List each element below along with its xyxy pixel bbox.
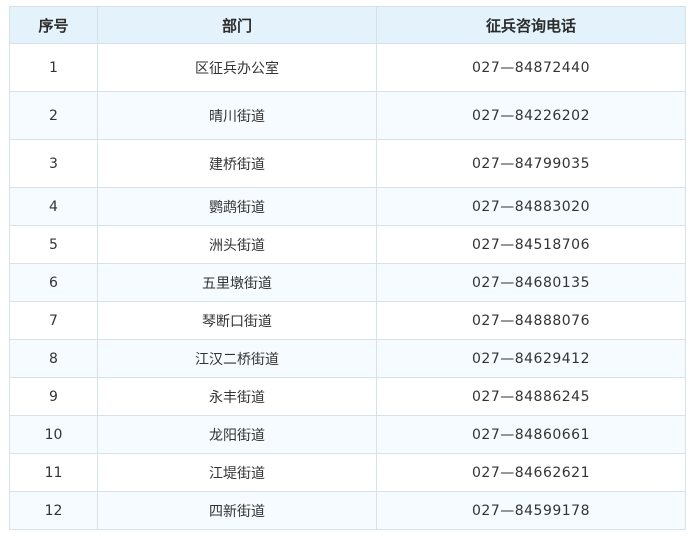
- cell-department: 晴川街道: [97, 91, 377, 140]
- cell-index: 8: [9, 339, 98, 378]
- table-row: 3 建桥街道 027—84799035: [9, 139, 686, 188]
- cell-department: 江堤街道: [97, 453, 377, 492]
- header-department: 部门: [97, 6, 377, 44]
- cell-phone: 027—84883020: [376, 187, 686, 226]
- cell-department: 龙阳街道: [97, 415, 377, 454]
- table-row: 7 琴断口街道 027—84888076: [9, 301, 686, 340]
- table-row: 11 江堤街道 027—84662621: [9, 453, 686, 492]
- cell-phone: 027—84888076: [376, 301, 686, 340]
- cell-phone: 027—84599178: [376, 491, 686, 530]
- recruitment-contact-table: 序号 部门 征兵咨询电话 1 区征兵办公室 027—84872440 2 晴川街…: [9, 6, 686, 530]
- cell-index: 5: [9, 225, 98, 264]
- table-row: 1 区征兵办公室 027—84872440: [9, 43, 686, 92]
- header-index: 序号: [9, 6, 98, 44]
- cell-index: 11: [9, 453, 98, 492]
- cell-phone: 027—84518706: [376, 225, 686, 264]
- table-row: 9 永丰街道 027—84886245: [9, 377, 686, 416]
- cell-phone: 027—84662621: [376, 453, 686, 492]
- cell-department: 永丰街道: [97, 377, 377, 416]
- table-row: 4 鹦鹉街道 027—84883020: [9, 187, 686, 226]
- cell-phone: 027—84886245: [376, 377, 686, 416]
- cell-department: 琴断口街道: [97, 301, 377, 340]
- cell-department: 洲头街道: [97, 225, 377, 264]
- cell-department: 建桥街道: [97, 139, 377, 188]
- table-row: 5 洲头街道 027—84518706: [9, 225, 686, 264]
- cell-phone: 027—84872440: [376, 43, 686, 92]
- table-header-row: 序号 部门 征兵咨询电话: [9, 6, 686, 44]
- table-row: 6 五里墩街道 027—84680135: [9, 263, 686, 302]
- cell-phone: 027—84226202: [376, 91, 686, 140]
- cell-phone: 027—84860661: [376, 415, 686, 454]
- cell-index: 9: [9, 377, 98, 416]
- cell-department: 鹦鹉街道: [97, 187, 377, 226]
- cell-phone: 027—84629412: [376, 339, 686, 378]
- cell-index: 3: [9, 139, 98, 188]
- cell-index: 12: [9, 491, 98, 530]
- table-row: 2 晴川街道 027—84226202: [9, 91, 686, 140]
- cell-index: 7: [9, 301, 98, 340]
- header-phone: 征兵咨询电话: [376, 6, 686, 44]
- table-row: 8 江汉二桥街道 027—84629412: [9, 339, 686, 378]
- contact-table-container: 序号 部门 征兵咨询电话 1 区征兵办公室 027—84872440 2 晴川街…: [9, 6, 686, 530]
- cell-index: 2: [9, 91, 98, 140]
- cell-phone: 027—84680135: [376, 263, 686, 302]
- table-row: 12 四新街道 027—84599178: [9, 491, 686, 530]
- cell-index: 10: [9, 415, 98, 454]
- cell-department: 五里墩街道: [97, 263, 377, 302]
- cell-index: 1: [9, 43, 98, 92]
- cell-index: 4: [9, 187, 98, 226]
- cell-department: 江汉二桥街道: [97, 339, 377, 378]
- cell-index: 6: [9, 263, 98, 302]
- cell-department: 四新街道: [97, 491, 377, 530]
- cell-phone: 027—84799035: [376, 139, 686, 188]
- cell-department: 区征兵办公室: [97, 43, 377, 92]
- table-row: 10 龙阳街道 027—84860661: [9, 415, 686, 454]
